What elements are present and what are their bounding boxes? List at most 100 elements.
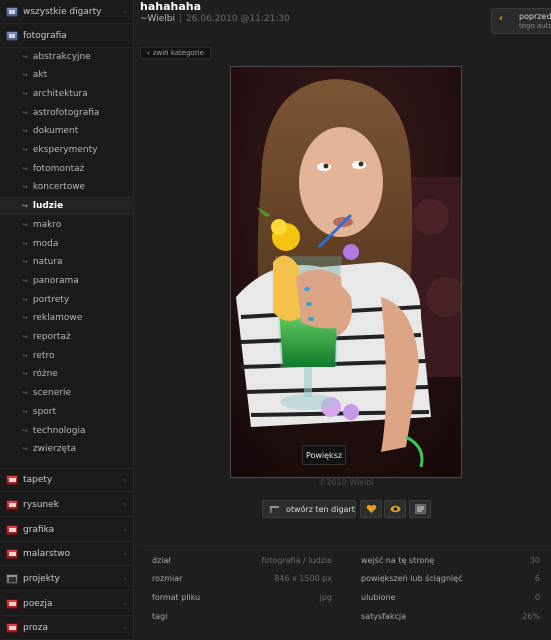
subcategory-label: reportaż — [32, 332, 71, 342]
subcategory-item[interactable]: ↪ akt — [0, 66, 134, 84]
stat-label: rozmiar — [152, 574, 183, 583]
subcategory-label: ludzie — [32, 201, 64, 211]
category-drawing[interactable]: rysunek › — [0, 493, 134, 517]
subcategory-item[interactable]: ↪ technologia — [0, 422, 134, 440]
more-options-button[interactable] — [409, 500, 431, 518]
open-icon — [269, 504, 280, 514]
subcategory-item[interactable]: ↪ dokument — [0, 122, 134, 140]
subcategory-item[interactable]: ↪ moda — [0, 235, 134, 253]
category-prose[interactable]: proza › — [0, 616, 134, 640]
subcategory-label: abstrakcyjne — [32, 52, 91, 62]
subcategory-item[interactable]: ↪ reklamowe — [0, 309, 134, 327]
subcategory-label: reklamowe — [32, 313, 83, 323]
subcategory-label: scenerie — [32, 388, 72, 398]
category-painting[interactable]: malarstwo › — [0, 542, 134, 566]
author-link[interactable]: ~Wielbi — [140, 14, 175, 24]
collapse-label: zwiń kategorie — [152, 49, 204, 57]
chevron-right-icon: › — [123, 476, 127, 485]
subcategory-item[interactable]: ↪ makro — [0, 216, 134, 234]
category-label: proza — [23, 622, 48, 633]
stat-label: dział — [152, 556, 171, 565]
arrow-icon: ↪ — [22, 277, 28, 285]
subcategory-item[interactable]: ↪ zwierzęta — [0, 440, 134, 458]
category-projects[interactable]: projekty › — [0, 567, 134, 591]
open-digart-button[interactable]: otwórz ten digart — [262, 500, 356, 518]
subcategory-item[interactable]: ↪ eksperymenty — [0, 141, 134, 159]
subcategory-item[interactable]: ↪ astrofotografia — [0, 104, 134, 122]
copyright-text: ©2010 Wielbi — [318, 478, 374, 487]
projects-icon — [6, 573, 18, 584]
folder-icon — [6, 30, 18, 41]
subcategory-item[interactable]: ↪ abstrakcyjne — [0, 48, 134, 66]
drawing-icon — [6, 499, 18, 510]
arrow-icon: ↪ — [22, 427, 28, 435]
watch-button[interactable] — [384, 500, 406, 518]
add-favorite-button[interactable] — [360, 500, 382, 518]
subcategory-item[interactable]: ↪ koncertowe — [0, 178, 134, 196]
subcategory-item[interactable]: ↪ sport — [0, 403, 134, 421]
stat-label: tagi — [152, 612, 168, 621]
stat-label: wejść na tę stronę — [361, 556, 435, 565]
subcategory-label: portrety — [32, 295, 70, 305]
subcategory-item[interactable]: ↪ panorama — [0, 272, 134, 290]
subcategory-label: natura — [32, 257, 63, 267]
wallpaper-icon — [6, 475, 18, 485]
subcategory-item-active[interactable]: ↪ ludzie — [0, 197, 134, 215]
arrow-icon: ↪ — [22, 408, 28, 416]
prose-icon — [6, 622, 18, 633]
category-label: grafika — [23, 524, 55, 535]
stat-value[interactable]: fotografia / ludzie — [232, 556, 332, 565]
previous-by-author-button[interactable]: ‹ poprzedni tego autora — [491, 8, 551, 34]
stat-value: 6 — [534, 574, 540, 583]
category-poetry[interactable]: poezja › — [0, 592, 134, 616]
arrow-icon: ↪ — [22, 221, 28, 229]
zoom-button[interactable]: Powiększ — [302, 445, 346, 465]
subcategory-item[interactable]: ↪ reportaż — [0, 328, 134, 346]
subcategory-item[interactable]: ↪ scenerie — [0, 384, 134, 402]
arrow-icon: ↪ — [22, 127, 28, 135]
category-all-digarts[interactable]: wszystkie digarty › — [0, 0, 134, 24]
subcategory-label: technologia — [32, 426, 86, 436]
category-label: rysunek — [23, 499, 59, 510]
category-photography[interactable]: fotografia — [0, 24, 134, 48]
photo-illustration — [231, 67, 461, 477]
subcategory-label: astrofotografia — [32, 108, 100, 118]
artwork-meta: ~Wielbi | 26.06.2010 @11:21:30 — [140, 14, 290, 24]
arrow-icon: ↪ — [22, 90, 28, 98]
stat-label: satysfakcja — [361, 612, 406, 621]
category-wallpapers[interactable]: tapety › — [0, 468, 134, 492]
subcategory-label: dokument — [32, 126, 79, 136]
arrow-icon: ↪ — [22, 165, 28, 173]
arrow-icon: ↪ — [22, 445, 28, 453]
category-label: fotografia — [23, 30, 67, 41]
arrow-icon: ↪ — [22, 109, 28, 117]
chevron-right-icon: › — [123, 599, 127, 608]
arrow-icon: ↪ — [22, 146, 28, 154]
subcategory-item[interactable]: ↪ retro — [0, 347, 134, 365]
subcategory-label: retro — [32, 351, 55, 361]
artwork-title: hahahaha — [140, 0, 202, 13]
arrow-icon: ↪ — [22, 314, 28, 322]
chevron-right-icon: › — [123, 7, 127, 16]
category-label: wszystkie digarty — [23, 6, 102, 17]
subcategory-item[interactable]: ↪ architektura — [0, 85, 134, 103]
subcategory-item[interactable]: ↪ fotomontaż — [0, 160, 134, 178]
category-label: projekty — [23, 573, 60, 584]
category-graphics[interactable]: grafika › — [0, 518, 134, 542]
subcategory-label: różne — [32, 369, 58, 379]
chevron-right-icon: › — [123, 623, 127, 632]
arrow-icon: ↪ — [22, 183, 28, 191]
chevron-right-icon: › — [123, 549, 127, 558]
subcategory-item[interactable]: ↪ portrety — [0, 291, 134, 309]
subcategory-item[interactable]: ↪ różne — [0, 365, 134, 383]
collapse-categories-button[interactable]: ‹ zwiń kategorie — [140, 47, 211, 59]
stat-value: 26% — [522, 612, 540, 621]
stat-label: ulubione — [361, 593, 396, 602]
arrow-icon: ↪ — [22, 71, 28, 79]
arrow-icon: ↪ — [22, 389, 28, 397]
chevron-left-icon: ‹ — [499, 13, 504, 24]
arrow-icon: ↪ — [22, 333, 28, 341]
artwork-image[interactable] — [230, 66, 462, 478]
stat-label: powiększeń lub ściągnięć — [361, 574, 463, 583]
subcategory-item[interactable]: ↪ natura — [0, 253, 134, 271]
